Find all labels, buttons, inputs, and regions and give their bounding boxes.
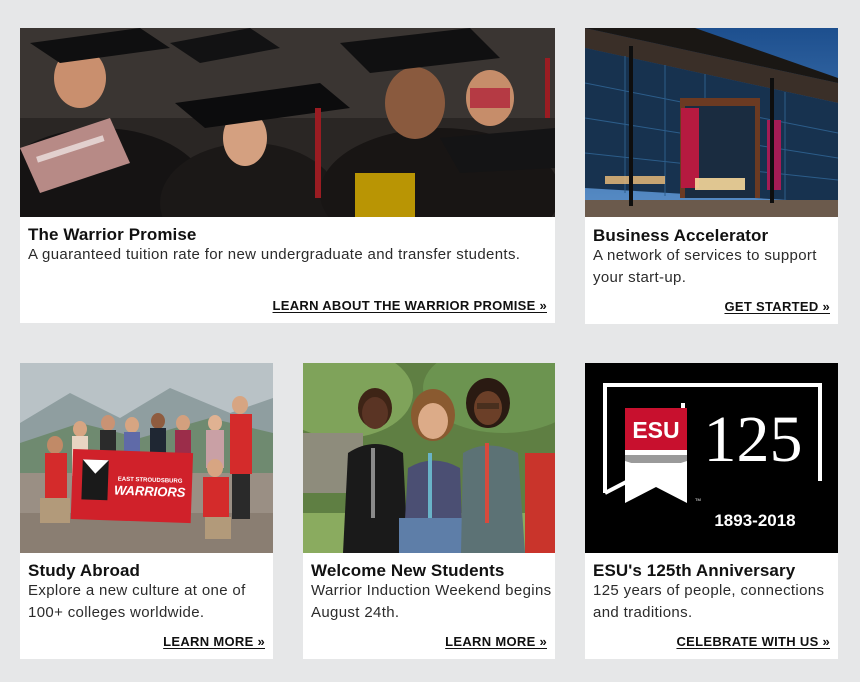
business-accelerator-building-photo[interactable]	[585, 28, 838, 217]
card-title: Business Accelerator	[593, 226, 769, 245]
study-abroad-learn-more-link[interactable]: LEARN MORE »	[163, 634, 265, 649]
get-started-link[interactable]: GET STARTED »	[724, 299, 830, 314]
logo-125-text: 125	[704, 403, 803, 476]
card-description: 125 years of people, connections and tra…	[593, 582, 825, 621]
card-warrior-promise[interactable]: The Warrior Promise A guaranteed tuition…	[20, 28, 555, 323]
study-abroad-group-photo[interactable]: EAST STROUDSBURG WARRIORS	[20, 363, 273, 553]
card-title: Welcome New Students	[311, 561, 505, 580]
new-students-photo[interactable]	[303, 363, 555, 553]
card-description: A network of services to support your st…	[593, 247, 817, 286]
logo-years-text: 1893-2018	[714, 511, 795, 530]
card-esu-125th-anniversary[interactable]: ESU 125 TM 1893-2018 ESU's 125th Anniver…	[585, 363, 838, 659]
card-description: Explore a new culture at one of 100+ col…	[28, 582, 246, 621]
card-description: A guaranteed tuition rate for new underg…	[28, 246, 521, 263]
learn-about-warrior-promise-link[interactable]: LEARN ABOUT THE WARRIOR PROMISE »	[273, 298, 547, 313]
graduation-caps-photo[interactable]	[20, 28, 555, 217]
card-title: ESU's 125th Anniversary	[593, 561, 796, 580]
new-students-learn-more-link[interactable]: LEARN MORE »	[445, 634, 547, 649]
logo-esu-text: ESU	[632, 417, 679, 443]
card-title: Study Abroad	[28, 561, 141, 580]
card-title: The Warrior Promise	[28, 225, 197, 244]
card-business-accelerator[interactable]: Business Accelerator A network of servic…	[585, 28, 838, 324]
card-study-abroad[interactable]: EAST STROUDSBURG WARRIORS Study Abroad E…	[20, 363, 273, 659]
banner-large-text: WARRIORS	[114, 482, 186, 499]
celebrate-with-us-link[interactable]: CELEBRATE WITH US »	[676, 634, 830, 649]
card-welcome-new-students[interactable]: Welcome New Students Warrior Induction W…	[303, 363, 555, 659]
esu-125-logo[interactable]: ESU 125 TM 1893-2018	[585, 363, 838, 553]
logo-tm-mark: TM	[695, 497, 701, 502]
card-description: Warrior Induction Weekend begins August …	[311, 582, 552, 621]
